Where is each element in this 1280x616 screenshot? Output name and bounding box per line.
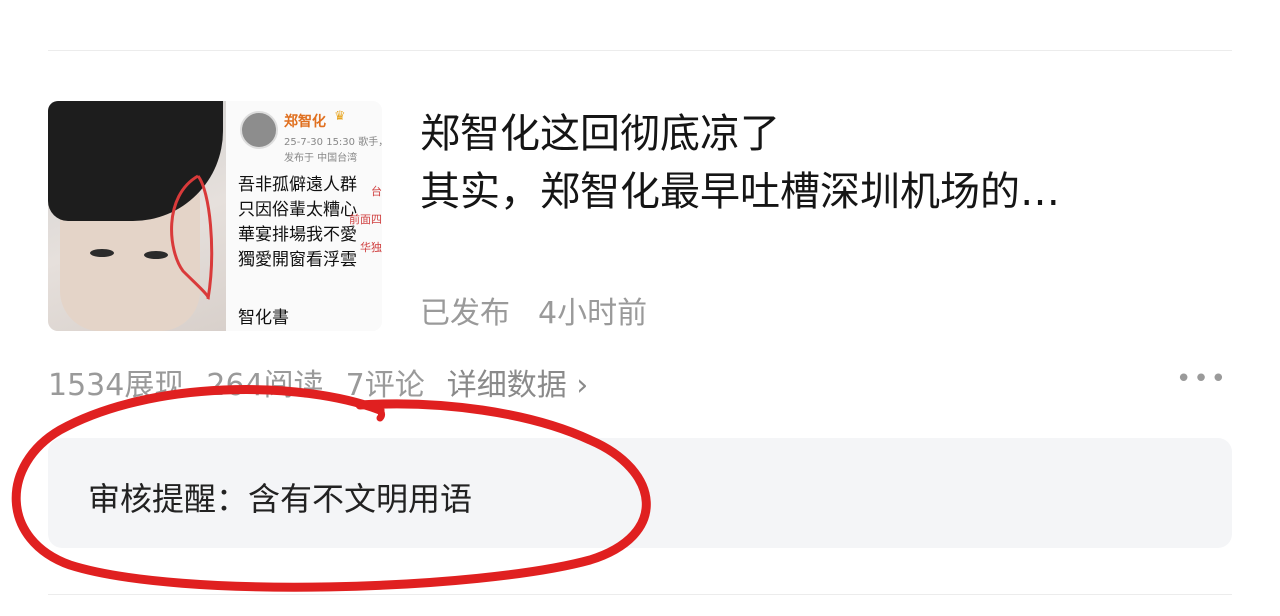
comments-count: 7评论: [345, 368, 425, 403]
more-options-button[interactable]: •••: [1176, 366, 1228, 392]
article-title-line: 郑智化这回彻底凉了: [420, 111, 780, 157]
review-notice: 审核提醒：含有不文明用语: [48, 438, 1232, 548]
thumbnail-red-mark: [170, 174, 214, 300]
review-notice-text: 审核提醒：含有不文明用语: [88, 480, 473, 518]
article-title[interactable]: 郑智化这回彻底凉了 其实，郑智化最早吐槽深圳机场的…: [420, 105, 1250, 221]
impressions-count: 1534展现: [48, 368, 185, 403]
bottom-divider: [48, 594, 1232, 595]
status-label: 已发布: [420, 296, 510, 331]
article-page: 郑智化 ♛ 25-7-30 15:30 歌手，词曲 发布于 中国台湾 吾非孤僻遠…: [0, 0, 1280, 616]
top-divider: [48, 50, 1232, 51]
publish-time: 4小时前: [538, 296, 648, 331]
detail-data-link[interactable]: 详细数据 ›: [447, 368, 589, 403]
publish-status: 已发布 4小时前: [420, 288, 647, 332]
stats-row: 1534展现 264阅读 7评论 详细数据 ›: [48, 360, 610, 404]
reads-count: 264阅读: [206, 368, 324, 403]
article-title-line: 其实，郑智化最早吐槽深圳机场的…: [420, 169, 1060, 215]
article-thumbnail[interactable]: 郑智化 ♛ 25-7-30 15:30 歌手，词曲 发布于 中国台湾 吾非孤僻遠…: [48, 101, 382, 331]
